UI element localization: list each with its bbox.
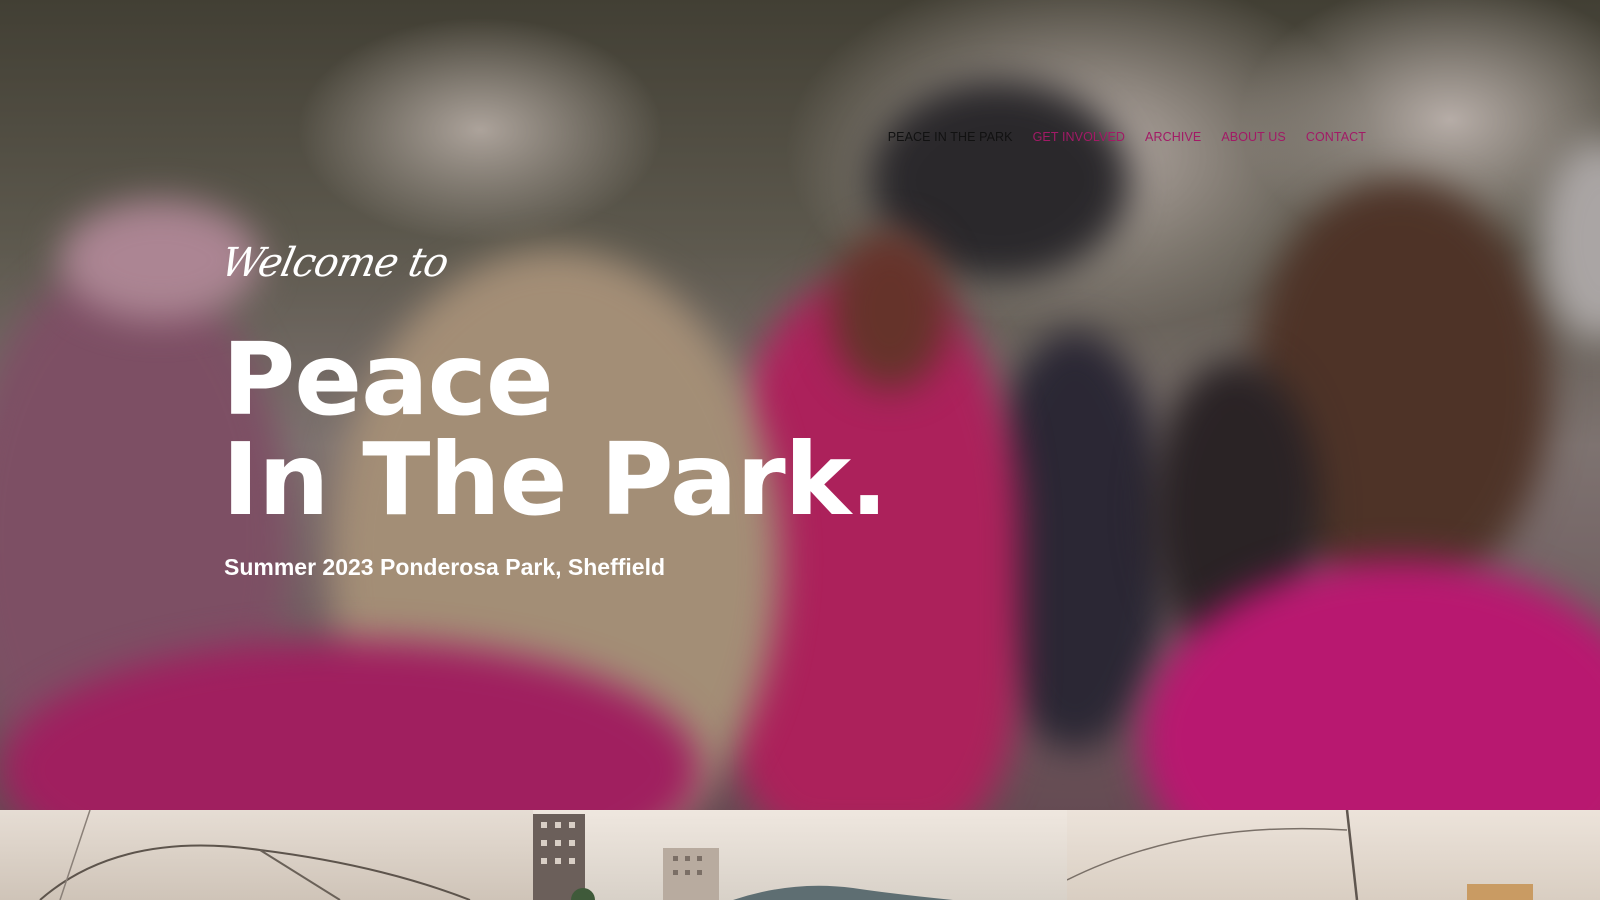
nav-item-archive[interactable]: ARCHIVE <box>1145 130 1201 144</box>
gallery-image-marquee[interactable] <box>1066 810 1600 900</box>
nav-item-peace-in-the-park[interactable]: PEACE IN THE PARK <box>888 130 1013 144</box>
page-title-line-1: Peace <box>222 321 554 438</box>
page-title-line-2: In The Park. <box>222 421 888 538</box>
main-nav: PEACE IN THE PARK GET INVOLVED ARCHIVE A… <box>888 130 1366 144</box>
page-title: Peace In The Park. <box>222 321 888 538</box>
hero-section: PEACE IN THE PARK GET INVOLVED ARCHIVE A… <box>0 0 1600 810</box>
nav-item-contact[interactable]: CONTACT <box>1306 130 1366 144</box>
nav-item-about-us[interactable]: ABOUT US <box>1221 130 1285 144</box>
marquee-graphic <box>1066 810 1533 900</box>
gallery-strip <box>0 810 1600 900</box>
skyline-graphic <box>533 814 954 900</box>
gallery-image-tent-interior[interactable] <box>0 810 534 900</box>
tent-frame-graphic <box>39 810 471 900</box>
nav-item-get-involved[interactable]: GET INVOLVED <box>1033 130 1125 144</box>
welcome-script-text: Welcome to <box>217 240 453 286</box>
event-subtitle: Summer 2023 Ponderosa Park, Sheffield <box>224 554 666 580</box>
gallery-image-park-skyline[interactable] <box>533 810 1067 900</box>
